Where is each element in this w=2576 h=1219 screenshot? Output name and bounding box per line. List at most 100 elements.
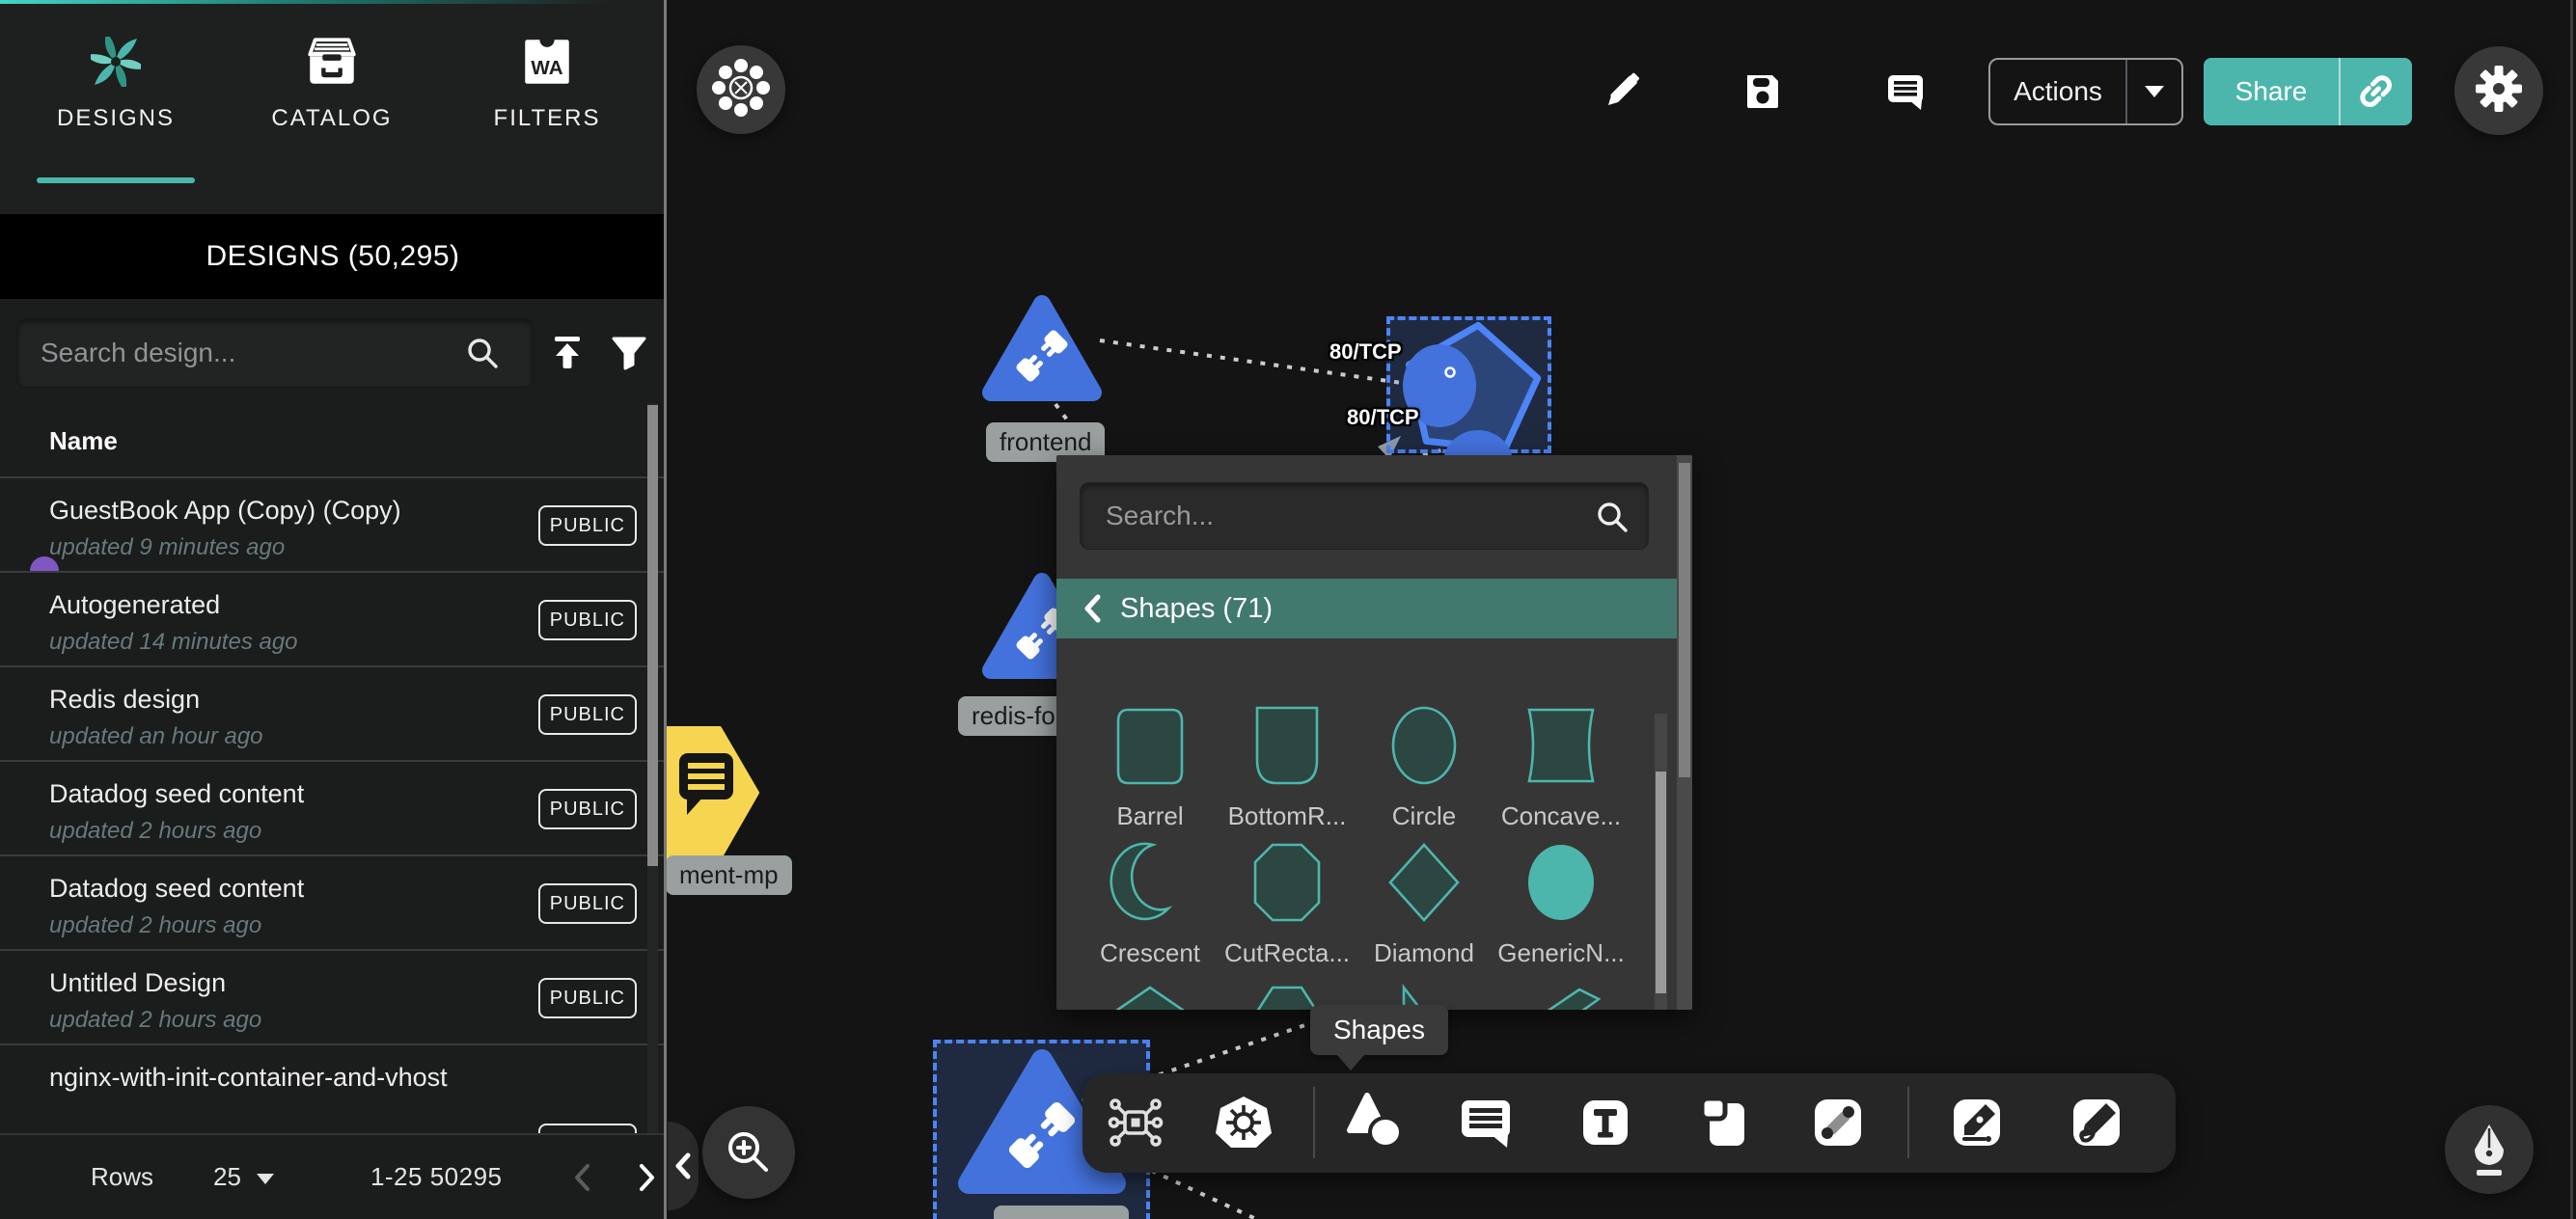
shape-search-input[interactable] (1080, 482, 1649, 550)
settings-button[interactable] (2454, 46, 2543, 135)
back-chevron-icon[interactable] (1082, 593, 1103, 624)
design-name: nginx-with-init-container-and-vhost (49, 1063, 448, 1093)
pen-mode-button[interactable] (2445, 1105, 2534, 1194)
shape-item-generic-node[interactable]: GenericN... (1493, 839, 1630, 968)
shape-label: BottomR... (1219, 801, 1356, 831)
actions-dropdown-toggle[interactable] (2127, 86, 2181, 97)
edge-label: 80/TCP (1329, 339, 1402, 365)
sidebar-canvas-divider (664, 0, 667, 1219)
comment-icon[interactable] (1883, 69, 1928, 119)
shape-label: Concave... (1493, 801, 1630, 831)
actions-button[interactable]: Actions (1988, 58, 2183, 125)
cluster-button[interactable] (697, 45, 785, 134)
shape-item-bottom-round-rectangle[interactable]: BottomR... (1219, 702, 1356, 831)
node-frontend[interactable] (979, 292, 1105, 411)
shape-label: Crescent (1082, 938, 1219, 968)
shape-item-barrel[interactable]: Barrel (1082, 702, 1219, 831)
component-icon[interactable] (1105, 1092, 1166, 1153)
design-row[interactable]: Datadog seed content updated 2 hours ago… (0, 854, 666, 949)
rows-per-page-select[interactable]: 25 (213, 1162, 274, 1192)
previous-page-button[interactable] (570, 1161, 595, 1194)
design-updated: updated 14 minutes ago (49, 629, 298, 656)
chevron-down-icon (257, 1174, 274, 1184)
share-button[interactable]: Share (2204, 58, 2412, 125)
kubernetes-icon[interactable] (1213, 1092, 1274, 1153)
search-icon[interactable] (463, 334, 502, 377)
shapes-panel-header[interactable]: Shapes (71) (1056, 579, 1677, 638)
tooltip-caret (1337, 1055, 1364, 1070)
toolbar-dock (1082, 1073, 2176, 1173)
design-row[interactable]: Untitled Design updated 2 hours ago PUBL… (0, 949, 666, 1043)
wasm-filters-icon: WA (460, 37, 634, 92)
design-name: Redis design (49, 685, 200, 715)
visibility-badge[interactable]: PUBLIC (538, 978, 637, 1018)
shapes-panel: Shapes (71) Barrel BottomR... Circle (1056, 455, 1692, 1010)
note-icon[interactable] (1694, 1092, 1756, 1153)
pagination-range: 1-25 50295 (370, 1162, 503, 1192)
save-icon[interactable] (1741, 69, 1784, 117)
svg-text:WA: WA (531, 57, 562, 79)
search-icon (1593, 498, 1631, 541)
shapes-tooltip: Shapes (1310, 1005, 1448, 1070)
link-icon[interactable] (1807, 1092, 1869, 1153)
filter-funnel-icon[interactable] (610, 334, 648, 377)
node-label-comment[interactable]: ment-mp (666, 855, 792, 895)
copy-link-button[interactable] (2341, 72, 2412, 111)
designs-sidebar: DESIGNS CATALOG (0, 0, 666, 1219)
shape-grid-scrollbar[interactable] (1655, 714, 1667, 1010)
window-scrollbar[interactable] (2570, 0, 2573, 1219)
shapes-icon[interactable] (1344, 1092, 1406, 1153)
share-button-label: Share (2204, 76, 2339, 107)
visibility-badge[interactable]: PUBLIC (538, 505, 637, 546)
design-updated: updated 9 minutes ago (49, 534, 285, 561)
shape-grid-scrollbar-thumb[interactable] (1656, 772, 1666, 993)
design-canvas[interactable]: frontend 80/TCP 80/TCP redis-fo (666, 0, 2576, 1219)
shape-item-crescent[interactable]: Crescent (1082, 839, 1219, 968)
next-page-button[interactable] (634, 1161, 659, 1194)
edit-pencil-icon[interactable] (1602, 69, 1644, 117)
shapes-panel-scrollbar[interactable] (1677, 455, 1692, 1010)
sidebar-scrollbar[interactable] (647, 403, 658, 1219)
visibility-badge[interactable]: PUBLIC (538, 789, 637, 829)
design-row[interactable]: Autogenerated updated 14 minutes ago PUB… (0, 571, 666, 665)
shapes-tooltip-label: Shapes (1310, 1005, 1448, 1055)
design-updated: updated 2 hours ago (49, 912, 261, 939)
design-name: Datadog seed content (49, 779, 304, 809)
shape-item-diamond[interactable]: Diamond (1356, 839, 1493, 968)
design-search-input[interactable] (16, 318, 534, 388)
design-updated: updated 2 hours ago (49, 818, 261, 845)
shape-item-concave-hexagon[interactable]: Concave... (1493, 702, 1630, 831)
pen-icon[interactable] (1946, 1092, 2008, 1153)
shape-label: Circle (1356, 801, 1493, 831)
node-label-redis[interactable]: redis-fo (958, 696, 1069, 736)
visibility-badge[interactable]: PUBLIC (538, 883, 637, 924)
design-list: GuestBook App (Copy) (Copy) updated 9 mi… (0, 476, 666, 1219)
settings-gear-icon (2472, 62, 2526, 121)
shape-item-circle[interactable]: Circle (1356, 702, 1493, 831)
node-label-clipped[interactable] (994, 1205, 1129, 1219)
cluster-icon (712, 59, 770, 122)
upload-design-icon[interactable] (548, 334, 587, 377)
visibility-badge[interactable]: PUBLIC (538, 600, 637, 640)
sidebar-scrollbar-thumb[interactable] (647, 405, 658, 866)
doodle-icon[interactable] (2066, 1092, 2127, 1153)
shape-item-cut-rectangle[interactable]: CutRecta... (1219, 839, 1356, 968)
shape-item-heptagon[interactable] (1082, 984, 1219, 1010)
comment-icon[interactable] (1455, 1092, 1517, 1153)
design-row[interactable]: Redis design updated an hour ago PUBLIC (0, 665, 666, 760)
rows-per-page-label: Rows (91, 1162, 153, 1192)
design-row[interactable]: GuestBook App (Copy) (Copy) updated 9 mi… (0, 476, 666, 571)
visibility-badge[interactable]: PUBLIC (538, 694, 637, 735)
tab-designs[interactable]: DESIGNS (29, 37, 203, 191)
node-comment[interactable] (666, 726, 760, 866)
zoom-in-button[interactable] (702, 1106, 795, 1199)
shape-item-parallelogram[interactable] (1493, 984, 1630, 1010)
dock-divider (1313, 1087, 1315, 1158)
rows-per-page-value: 25 (213, 1162, 241, 1192)
shapes-panel-scrollbar-thumb[interactable] (1679, 463, 1690, 777)
tab-catalog[interactable]: CATALOG (245, 37, 419, 191)
design-row[interactable]: Datadog seed content updated 2 hours ago… (0, 760, 666, 854)
tab-filters[interactable]: WA FILTERS (460, 37, 634, 191)
text-icon[interactable] (1575, 1092, 1636, 1153)
actions-button-label: Actions (1990, 76, 2125, 107)
